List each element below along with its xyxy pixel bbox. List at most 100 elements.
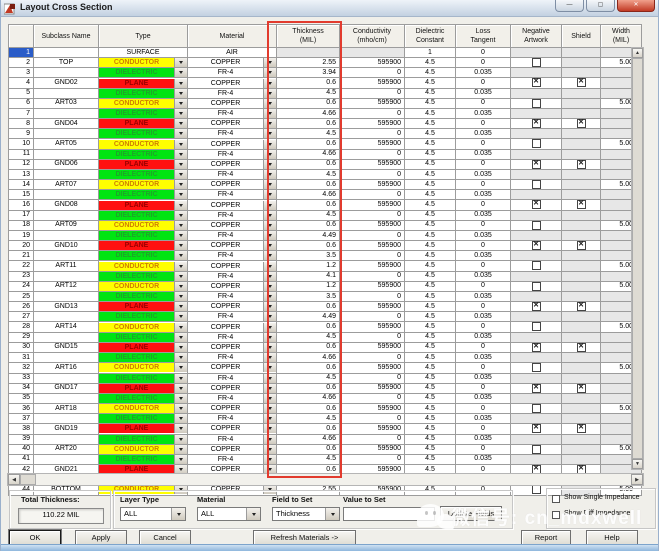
row-number-cell[interactable]: 11 [9,149,34,159]
type-value[interactable]: CONDUCTOR [99,404,174,413]
dropdown-arrow-button[interactable] [263,231,276,240]
dropdown-arrow-button[interactable] [263,68,276,77]
dropdown-arrow-button[interactable] [263,119,276,128]
dropdown-arrow-button[interactable] [263,384,276,393]
field-to-set-select[interactable]: Thickness [272,507,340,521]
thickness-cell[interactable]: 3.94 [277,68,340,78]
show-diff-impedance-checkbox[interactable] [552,511,560,519]
material-value[interactable]: COPPER [188,119,263,128]
type-value[interactable]: DIELECTRIC [99,89,174,98]
dropdown-arrow-button[interactable] [174,241,187,250]
conductivity-cell[interactable]: 0 [340,210,405,220]
conductivity-cell[interactable]: 595900 [340,200,405,210]
dropdown-arrow-button[interactable] [263,221,276,230]
conductivity-cell[interactable]: 595900 [340,139,405,149]
row-number-cell[interactable]: 24 [9,281,34,291]
conductivity-cell[interactable]: 595900 [340,261,405,271]
dielectric-constant-cell[interactable]: 4.5 [405,363,456,373]
type-value[interactable]: DIELECTRIC [99,312,174,321]
subclass-name-cell[interactable]: ART05 [34,139,99,149]
dielectric-constant-cell[interactable]: 4.5 [405,241,456,251]
row-number-cell[interactable]: 14 [9,180,34,190]
conductivity-cell[interactable]: 595900 [340,220,405,230]
dropdown-arrow-button[interactable] [263,79,276,88]
material-value[interactable]: COPPER [188,140,263,149]
type-value[interactable]: DIELECTRIC [99,374,174,383]
negative-artwork-checkbox[interactable]: ✕ [532,343,541,352]
type-value[interactable]: PLANE [99,384,174,393]
dropdown-arrow-button[interactable] [263,374,276,383]
type-value[interactable]: CONDUCTOR [99,221,174,230]
chevron-down-icon[interactable] [325,508,339,520]
row-number-cell[interactable]: 28 [9,322,34,332]
material-select[interactable]: ALL [197,507,261,521]
material-value[interactable]: FR-4 [188,170,263,179]
vertical-scrollbar-thumb[interactable] [632,58,643,459]
conductivity-cell[interactable]: 0 [340,109,405,119]
dropdown-arrow-button[interactable] [174,414,187,423]
dielectric-constant-cell[interactable]: 4.5 [405,312,456,322]
dielectric-constant-cell[interactable]: 4.5 [405,403,456,413]
loss-tangent-cell[interactable]: 0.035 [456,149,511,159]
subclass-name-cell[interactable] [34,88,99,98]
material-value[interactable]: FR-4 [188,150,263,159]
dropdown-arrow-button[interactable] [263,150,276,159]
dielectric-constant-cell[interactable]: 4.5 [405,119,456,129]
subclass-name-cell[interactable] [34,373,99,383]
conductivity-cell[interactable]: 0 [340,332,405,342]
thickness-cell[interactable]: 0.6 [277,444,340,454]
thickness-cell[interactable]: 0.6 [277,220,340,230]
subclass-name-cell[interactable] [34,393,99,403]
dielectric-constant-cell[interactable]: 4.5 [405,342,456,352]
row-number-cell[interactable]: 36 [9,403,34,413]
material-value[interactable]: COPPER [188,302,263,311]
material-value[interactable]: FR-4 [188,333,263,342]
shield-checkbox[interactable]: ✕ [577,119,586,128]
subclass-name-cell[interactable] [34,210,99,220]
conductivity-cell[interactable]: 595900 [340,180,405,190]
dropdown-arrow-button[interactable] [174,180,187,189]
thickness-cell[interactable]: 4.5 [277,373,340,383]
subclass-name-cell[interactable]: GND13 [34,302,99,312]
row-number-cell[interactable]: 3 [9,68,34,78]
loss-tangent-cell[interactable]: 0 [456,48,511,58]
conductivity-cell[interactable]: 0 [340,251,405,261]
loss-tangent-cell[interactable]: 0 [456,444,511,454]
dropdown-arrow-button[interactable] [174,140,187,149]
conductivity-cell[interactable]: 595900 [340,403,405,413]
subclass-name-cell[interactable] [34,109,99,119]
dropdown-arrow-button[interactable] [263,272,276,281]
loss-tangent-cell[interactable]: 0.035 [456,393,511,403]
maximize-button-icon[interactable]: ▢ [586,0,615,12]
dropdown-arrow-button[interactable] [263,282,276,291]
dielectric-constant-cell[interactable]: 4.5 [405,159,456,169]
thickness-cell[interactable]: 0.6 [277,322,340,332]
dropdown-arrow-button[interactable] [174,323,187,332]
dropdown-arrow-button[interactable] [263,190,276,199]
negative-artwork-checkbox[interactable]: ✕ [532,241,541,250]
material-value[interactable]: FR-4 [188,89,263,98]
dropdown-arrow-button[interactable] [174,150,187,159]
subclass-name-cell[interactable]: GND10 [34,241,99,251]
material-value[interactable]: FR-4 [188,455,263,464]
dielectric-constant-cell[interactable]: 4.5 [405,170,456,180]
dielectric-constant-cell[interactable]: 4.5 [405,414,456,424]
dropdown-arrow-button[interactable] [263,312,276,321]
update-fields-button[interactable]: Update Fields [440,506,502,521]
chevron-down-icon[interactable] [171,508,185,520]
type-value[interactable]: DIELECTRIC [99,455,174,464]
dropdown-arrow-button[interactable] [174,424,187,433]
negative-artwork-checkbox[interactable]: ✕ [532,160,541,169]
material-value[interactable]: FR-4 [188,211,263,220]
type-value[interactable]: DIELECTRIC [99,109,174,118]
material-value[interactable]: COPPER [188,282,263,291]
dielectric-constant-cell[interactable]: 4.5 [405,88,456,98]
material-value[interactable]: COPPER [188,58,263,67]
thickness-cell[interactable]: 4.66 [277,109,340,119]
loss-tangent-cell[interactable]: 0 [456,403,511,413]
row-number-cell[interactable]: 35 [9,393,34,403]
loss-tangent-cell[interactable]: 0.035 [456,170,511,180]
type-value[interactable]: DIELECTRIC [99,333,174,342]
dropdown-arrow-button[interactable] [263,201,276,210]
row-number-cell[interactable]: 31 [9,353,34,363]
